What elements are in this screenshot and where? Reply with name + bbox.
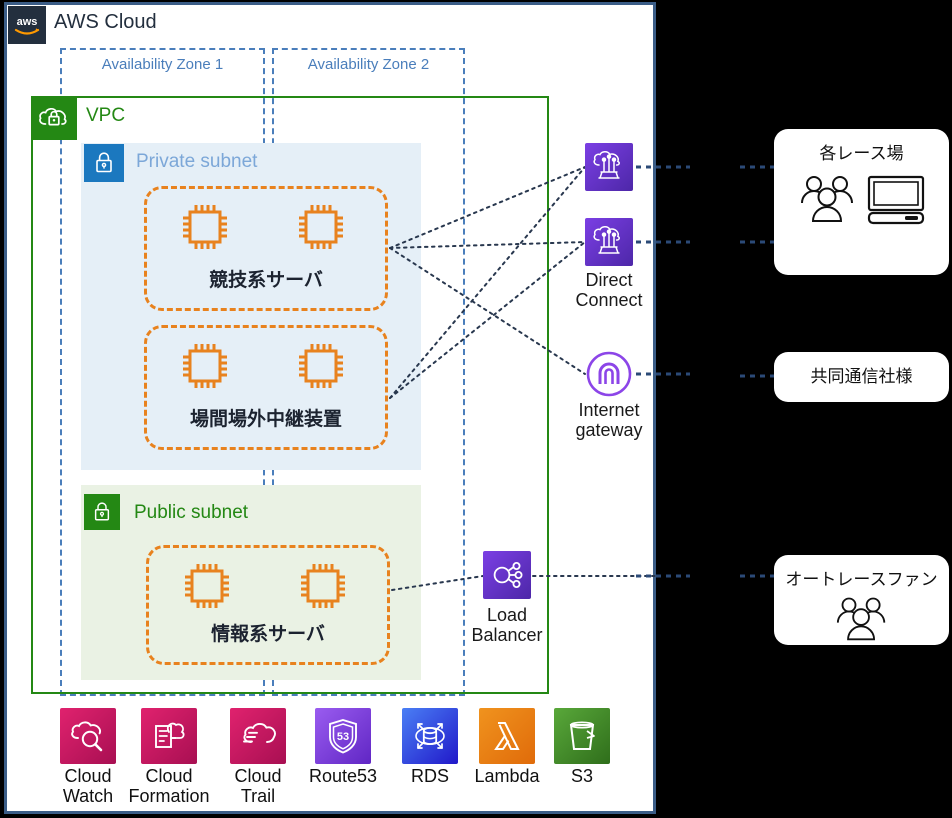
external-entity-title: オートレースファン [785,570,938,589]
users-icon [831,592,893,644]
rds-icon [402,708,458,764]
service-label: Cloud Trail [234,766,282,806]
lock-icon [84,494,120,530]
aws-services-strip: Cloud Watch Cloud Formation Cloud Trail … [40,708,640,808]
external-entity-fan: オートレースファン [774,555,949,645]
server-chip-icon [179,340,231,392]
cloudformation-icon [141,708,197,764]
load-balancer-icon[interactable] [483,551,531,599]
server-group-caption: 情報系サーバ [211,624,325,645]
server-group-chukei: 場間場外中継装置 [144,325,388,450]
external-entity-title: 共同通信社様 [810,367,913,386]
lambda-icon [479,708,535,764]
external-entity-racetrack: 各レース場 [774,129,949,275]
server-group-joho: 情報系サーバ [146,545,390,665]
vpc-cloud-lock-icon [31,96,77,140]
server-chip-icon [179,201,231,253]
internet-gateway-icon[interactable] [585,350,633,398]
cloudtrail-icon [230,708,286,764]
service-label: S3 [570,766,594,786]
cloudwatch-icon [60,708,116,764]
svg-text:aws: aws [17,16,38,28]
server-chip-icon [295,201,347,253]
server-group-caption: 場間場外中継装置 [189,409,342,430]
service-label: Route53 [308,766,378,786]
server-group-caption: 競技系サーバ [209,270,323,291]
s3-icon [554,708,610,764]
service-cloudformation[interactable]: Cloud Formation [121,708,217,807]
svg-text:53: 53 [337,731,349,743]
lock-icon [84,144,124,182]
load-balancer-label: Load Balancer [471,605,543,646]
public-subnet-label: Public subnet [134,502,249,523]
availability-zone-1-label: Availability Zone 1 [101,56,224,73]
server-group-kyogi: 競技系サーバ [144,186,388,311]
aws-logo-icon: aws [8,6,46,44]
direct-connect-icon[interactable] [585,143,633,191]
direct-connect-label: Direct Connect [575,270,643,311]
availability-zone-2-label: Availability Zone 2 [307,56,430,73]
route53-icon: 53 [315,708,371,764]
vpc-label: VPC [86,105,126,126]
monitor-icon [865,170,927,226]
server-chip-icon [181,560,233,612]
service-cloudtrail[interactable]: Cloud Trail [210,708,306,807]
direct-connect-icon[interactable] [585,218,633,266]
external-entity-title: 各レース場 [819,144,904,163]
service-s3[interactable]: S3 [534,708,630,787]
external-entity-kyodo: 共同通信社様 [774,352,949,402]
users-icon [797,170,859,226]
internet-gateway-label: Internet gateway [575,400,643,441]
private-subnet-label: Private subnet [136,151,258,172]
server-chip-icon [295,340,347,392]
aws-cloud-title: AWS Cloud [54,11,157,33]
service-route53[interactable]: 53 Route53 [295,708,391,787]
server-chip-icon [297,560,349,612]
service-label: Cloud Formation [128,766,210,806]
diagram-canvas: aws AWS Cloud Availability Zone 1 Availa… [0,0,952,818]
